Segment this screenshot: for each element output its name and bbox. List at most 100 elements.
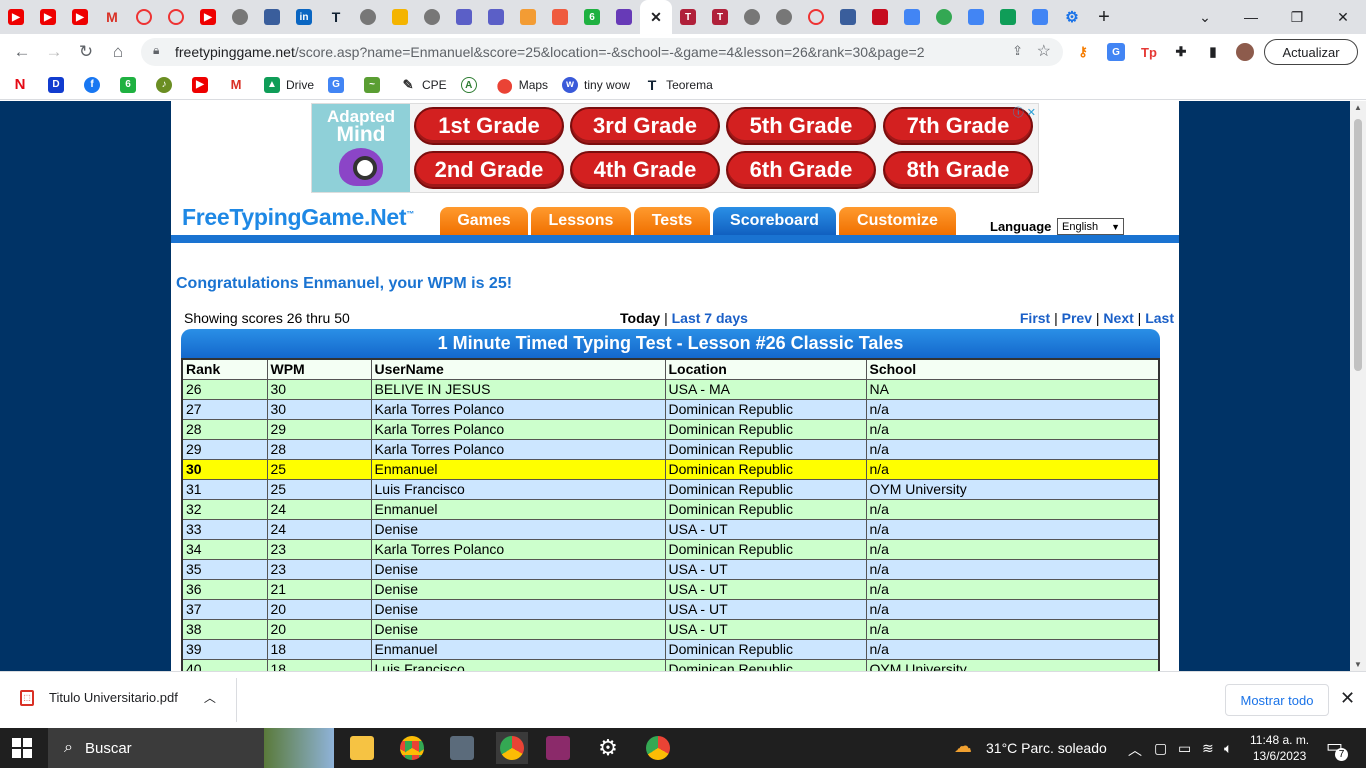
taskbar-clock[interactable]: 11:48 a. m. 13/6/2023 — [1250, 732, 1309, 764]
nav-games[interactable]: Games — [440, 207, 528, 235]
tab-teorema[interactable]: T — [320, 0, 352, 34]
tab-globe-2[interactable] — [352, 0, 384, 34]
scroll-down-icon[interactable]: ▼ — [1354, 660, 1362, 669]
tab-youtube-2[interactable]: ▶ — [32, 0, 64, 34]
file-explorer-icon[interactable] — [346, 732, 378, 764]
update-button[interactable]: Actualizar — [1264, 39, 1358, 65]
tab-forms[interactable] — [608, 0, 640, 34]
tab-settings[interactable]: ⚙ — [1056, 0, 1088, 34]
settings-gear-icon[interactable]: ⚙ — [592, 732, 624, 764]
tab-youtube-4[interactable]: ▶ — [192, 0, 224, 34]
wifi-icon[interactable]: ≋ — [1202, 740, 1214, 757]
ad-grade-4[interactable]: 4th Grade — [570, 151, 720, 189]
chrome-profile-icon[interactable] — [642, 732, 674, 764]
ad-grade-2[interactable]: 2nd Grade — [414, 151, 564, 189]
bookmark-youtube[interactable]: ▶ — [192, 76, 214, 93]
tab-globe-4[interactable] — [736, 0, 768, 34]
tab-search-icon[interactable]: ⌄ — [1182, 0, 1228, 34]
nav-scoreboard[interactable]: Scoreboard — [713, 207, 836, 235]
chrome-active-icon[interactable] — [496, 732, 528, 764]
bookmark-gmail[interactable]: M — [228, 77, 250, 93]
tab-app-red[interactable] — [544, 0, 576, 34]
bookmark-disney[interactable]: D — [48, 76, 70, 93]
back-icon[interactable]: ← — [6, 36, 38, 68]
pager-last[interactable]: Last — [1145, 310, 1174, 326]
tab-opera-3[interactable] — [800, 0, 832, 34]
meet-now-icon[interactable]: ▢ — [1154, 740, 1167, 757]
tab-docs-2[interactable] — [1024, 0, 1056, 34]
bookmark-facebook[interactable]: f — [84, 76, 106, 93]
tab-globe-3[interactable] — [416, 0, 448, 34]
tab-teams-2[interactable] — [480, 0, 512, 34]
tab-teams[interactable] — [448, 0, 480, 34]
tab-opera[interactable] — [128, 0, 160, 34]
chevron-up-icon[interactable]: ︿ — [204, 689, 216, 706]
tab-active-close[interactable]: ✕ — [640, 0, 672, 34]
extensions-puzzle-icon[interactable]: ✚ — [1172, 43, 1190, 61]
tab-t-red[interactable]: T — [672, 0, 704, 34]
bookmark-music[interactable]: ♪ — [156, 76, 178, 93]
tab-institution[interactable] — [256, 0, 288, 34]
download-item[interactable]: ⬚ Titulo Universitario.pdf ︿ — [20, 689, 216, 706]
ad-grade-8[interactable]: 8th Grade — [883, 151, 1033, 189]
forward-icon[interactable]: → — [38, 36, 70, 68]
tab-globe[interactable] — [224, 0, 256, 34]
scroll-up-icon[interactable]: ▲ — [1354, 103, 1362, 112]
bookmark-circle[interactable]: A — [460, 76, 483, 93]
tray-chevron-up-icon[interactable]: ︿ — [1128, 740, 1142, 760]
page-scrollbar[interactable]: ▲ ▼ — [1350, 101, 1366, 671]
pager-next[interactable]: Next — [1103, 310, 1133, 326]
minimize-icon[interactable]: — — [1228, 0, 1274, 34]
weather-text[interactable]: 31°C Parc. soleado — [986, 740, 1107, 756]
ad-banner[interactable]: Adapted Mind 1st Grade 3rd Grade 5th Gra… — [311, 103, 1039, 193]
nav-tests[interactable]: Tests — [634, 207, 710, 235]
ad-grade-1[interactable]: 1st Grade — [414, 107, 564, 145]
share-icon[interactable]: ⇪ — [1012, 43, 1023, 59]
bookmark-star-icon[interactable]: ☆ — [1037, 41, 1051, 61]
tab-drive[interactable] — [992, 0, 1024, 34]
ad-grade-5[interactable]: 5th Grade — [726, 107, 876, 145]
url-input[interactable]: 🔒︎ freetypinggame.net/score.asp?name=Enm… — [141, 38, 1063, 66]
battery-icon[interactable]: ▭ — [1178, 740, 1191, 757]
translate-extension-icon[interactable]: G — [1107, 43, 1125, 61]
bookmark-drive[interactable]: ▲ Drive — [264, 76, 314, 93]
nav-customize[interactable]: Customize — [839, 207, 956, 235]
tab-translate[interactable] — [960, 0, 992, 34]
bookmark-netflix[interactable]: N — [12, 76, 34, 93]
taskbar-search-input[interactable]: ⌕ Buscar — [48, 728, 334, 768]
tab-t-red-2[interactable]: T — [704, 0, 736, 34]
volume-icon[interactable]: 🔈︎ — [1224, 740, 1232, 757]
bookmark-teorema[interactable]: T Teorema — [644, 77, 713, 93]
nav-lessons[interactable]: Lessons — [531, 207, 631, 235]
pager-first[interactable]: First — [1020, 310, 1050, 326]
ad-grade-3[interactable]: 3rd Grade — [570, 107, 720, 145]
bookmark-chart[interactable]: ~ — [364, 76, 386, 93]
tab-youtube-1[interactable]: ▶ — [0, 0, 32, 34]
bookmark-maps[interactable]: ⬤ Maps — [497, 77, 548, 93]
tab-docs[interactable] — [896, 0, 928, 34]
tab-linkedin[interactable]: in — [288, 0, 320, 34]
weather-icon[interactable]: ☁ — [954, 736, 972, 757]
reload-icon[interactable]: ↻ — [70, 36, 102, 68]
close-window-icon[interactable]: ✕ — [1320, 0, 1366, 34]
tab-flag[interactable] — [864, 0, 896, 34]
pager-prev[interactable]: Prev — [1062, 310, 1092, 326]
new-tab-button[interactable]: + — [1088, 0, 1120, 34]
key-extension-icon[interactable]: ⚷ — [1074, 43, 1092, 61]
chrome-icon[interactable] — [396, 732, 428, 764]
side-panel-icon[interactable]: ▮ — [1204, 43, 1222, 61]
ad-close-icon[interactable]: ⓘ ✕ — [1008, 104, 1038, 119]
tab-maps-pin[interactable] — [928, 0, 960, 34]
site-logo[interactable]: FreeTypingGame.Net™ — [182, 204, 414, 231]
bookmark-six[interactable]: 6 — [120, 76, 142, 93]
period-last-7-days[interactable]: Last 7 days — [672, 310, 748, 326]
profile-avatar[interactable] — [1236, 43, 1254, 61]
scroll-thumb[interactable] — [1354, 119, 1362, 371]
tp-extension-icon[interactable]: Tp — [1140, 43, 1158, 61]
tab-cake[interactable] — [512, 0, 544, 34]
bookmark-translate[interactable]: G — [328, 76, 350, 93]
tab-opera-2[interactable] — [160, 0, 192, 34]
ad-grade-6[interactable]: 6th Grade — [726, 151, 876, 189]
tab-six[interactable]: 6 — [576, 0, 608, 34]
calculator-icon[interactable] — [446, 732, 478, 764]
